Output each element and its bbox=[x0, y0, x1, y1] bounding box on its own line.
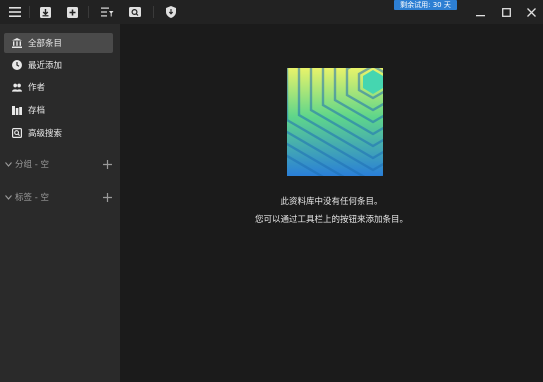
chevron-down-icon[interactable] bbox=[4, 160, 12, 168]
chevron-down-icon[interactable] bbox=[4, 193, 12, 201]
toolbar: 剩余试用: 30 天 bbox=[0, 0, 543, 24]
people-icon bbox=[12, 82, 22, 92]
groups-section-label: 分组 - 空 bbox=[15, 160, 49, 170]
scan-icon[interactable] bbox=[128, 4, 142, 20]
add-icon[interactable] bbox=[65, 4, 79, 20]
close-icon[interactable] bbox=[523, 4, 539, 20]
sidebar: 全部条目 最近添加 作者 存档 高级搜索 分组 - 空 标签 - 空 bbox=[0, 24, 120, 382]
import-icon[interactable] bbox=[38, 4, 52, 20]
sidebar-item-all-items[interactable]: 全部条目 bbox=[4, 33, 113, 53]
trial-badge[interactable]: 剩余试用: 30 天 bbox=[394, 0, 457, 10]
sidebar-item-label: 最近添加 bbox=[28, 61, 63, 71]
sidebar-item-label: 高级搜索 bbox=[28, 129, 63, 139]
maximize-icon[interactable] bbox=[498, 4, 514, 20]
sidebar-item-label: 存档 bbox=[28, 106, 46, 116]
toolbar-divider bbox=[153, 6, 154, 18]
minimize-icon[interactable] bbox=[472, 4, 488, 20]
empty-message-line-1: 此资料库中没有任何条目。 bbox=[280, 197, 383, 207]
app-window: 剩余试用: 30 天 全部条目 最近添加 作者 存档 高级搜索 分组 - 空 标… bbox=[0, 0, 543, 382]
empty-message-line-2: 您可以通过工具栏上的按钮来添加条目。 bbox=[254, 215, 408, 225]
toolbar-divider bbox=[29, 6, 30, 18]
tags-section-label: 标签 - 空 bbox=[15, 193, 49, 203]
main-panel: 此资料库中没有任何条目。 您可以通过工具栏上的按钮来添加条目。 bbox=[120, 24, 543, 382]
groups-section-header: 分组 - 空 bbox=[0, 156, 120, 172]
sidebar-item-authors[interactable]: 作者 bbox=[4, 77, 113, 97]
library-icon bbox=[12, 38, 22, 48]
empty-library-illustration bbox=[287, 68, 383, 176]
tags-section-header: 标签 - 空 bbox=[0, 189, 120, 205]
shield-icon[interactable] bbox=[164, 4, 178, 20]
advanced-search-icon bbox=[12, 128, 22, 138]
sidebar-item-label: 全部条目 bbox=[28, 39, 63, 49]
sidebar-item-recent[interactable]: 最近添加 bbox=[4, 55, 113, 75]
clock-icon bbox=[12, 60, 22, 70]
toolbar-divider bbox=[88, 6, 89, 18]
sidebar-item-archive[interactable]: 存档 bbox=[4, 100, 113, 120]
list-filter-icon[interactable] bbox=[99, 4, 115, 20]
add-group-icon[interactable] bbox=[101, 158, 113, 170]
menu-icon[interactable] bbox=[8, 4, 22, 20]
archive-icon bbox=[12, 105, 22, 115]
sidebar-item-advanced-search[interactable]: 高级搜索 bbox=[4, 123, 113, 143]
sidebar-item-label: 作者 bbox=[28, 83, 46, 93]
add-tag-icon[interactable] bbox=[101, 191, 113, 203]
